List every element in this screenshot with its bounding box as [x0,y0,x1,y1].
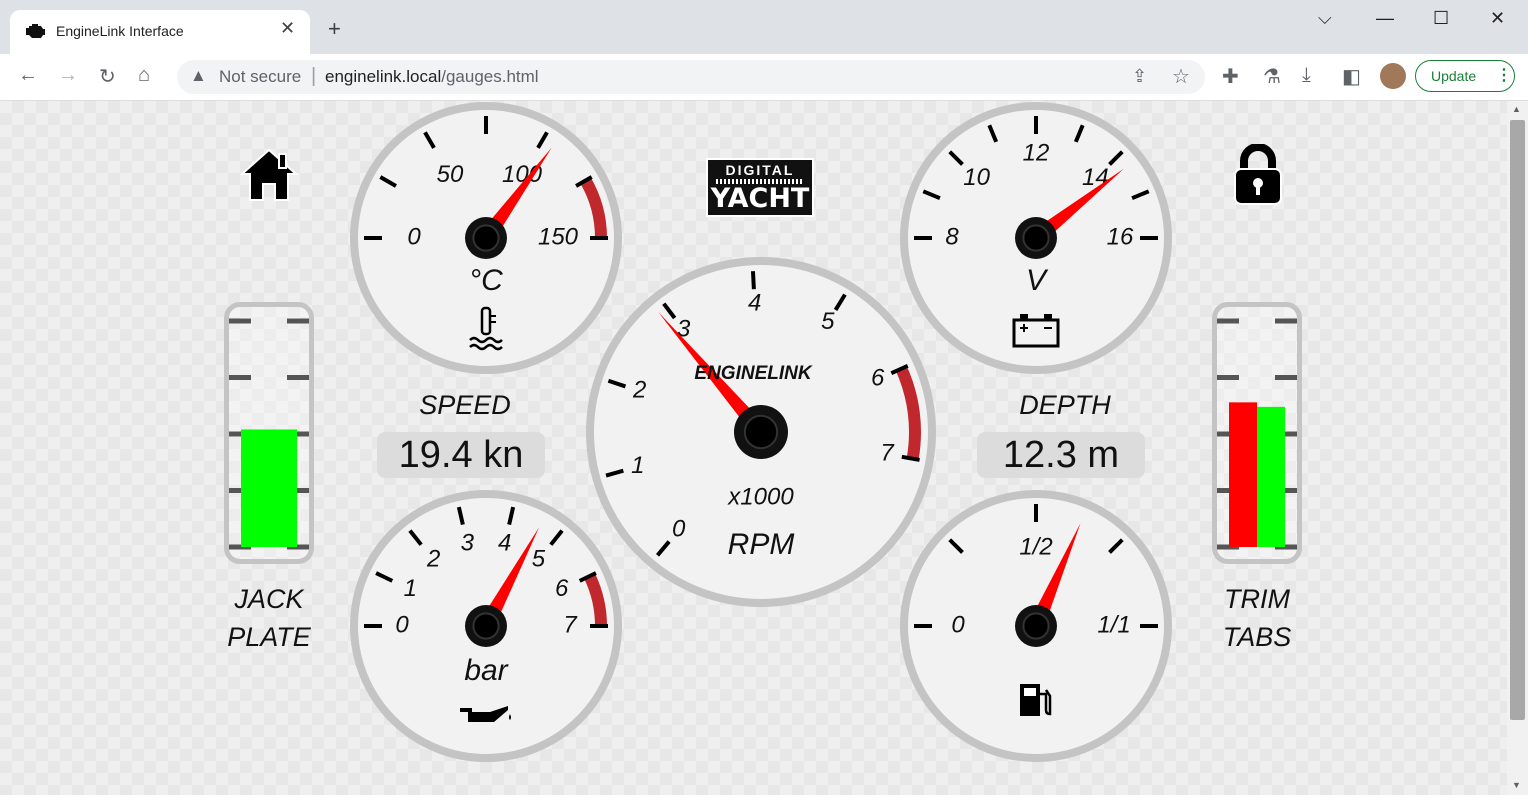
trim-tabs-label-line1: TRIM [1224,584,1290,614]
tick-label: 3 [461,529,475,556]
rpm-gauge: 01234567x1000RPMENGINELINK [586,257,936,607]
needle-hub-center [743,414,779,450]
unit-label: °C [469,264,503,297]
labs-flask-icon[interactable]: ⚗ [1263,64,1281,89]
trim-tab-left-bar [1229,402,1257,547]
share-icon[interactable]: ⇪ [1132,66,1147,87]
tick-label: 7 [880,440,895,467]
tick-label: 50 [437,161,464,188]
tab-close-icon[interactable]: ✕ [280,18,295,39]
logo-line1: DIGITAL [725,162,795,178]
tick-label: 10 [963,164,990,191]
url-path: /gauges.html [441,67,539,86]
multiplier-label: x1000 [727,483,794,510]
tick-label: 1/1 [1097,611,1130,638]
scrollbar-thumb[interactable] [1510,120,1525,720]
tick-label: 0 [407,223,421,250]
tick-label: 14 [1082,164,1109,191]
reload-icon[interactable]: ↻ [99,64,116,89]
trim-tabs-label-line2: TABS [1222,622,1292,652]
tick-label: 0 [395,611,409,638]
tick-label: 1/2 [1019,533,1052,560]
tick-label: 2 [426,546,440,573]
needle-hub-center [472,224,500,252]
jack-plate-gauge [224,302,314,564]
unit-label: RPM [728,528,795,561]
tab-title: EngineLink Interface [56,23,184,39]
bookmark-star-icon[interactable]: ☆ [1172,64,1190,89]
tick-label: 150 [538,223,579,250]
bar-gauge-graphic [229,318,309,550]
tick-label: 4 [748,290,761,317]
oil-pressure-gauge: 0 123 456 7 bar [350,490,622,762]
tick-label: 8 [945,223,959,250]
address-divider: | [311,65,317,87]
digital-yacht-logo: DIGITAL YACHT [706,158,814,217]
url-text[interactable]: enginelink.local/gauges.html [325,67,539,87]
tick-mark [750,271,756,290]
side-panel-icon[interactable]: ◧ [1342,64,1361,89]
tick-label: 7 [563,611,578,638]
tick-label: 5 [821,308,835,335]
tick-label: 5 [532,546,546,573]
trim-tabs-gauge [1212,302,1302,564]
fuel-level-gauge: 0 1/2 1/1 [900,490,1172,762]
scroll-up-icon[interactable]: ▲ [1512,104,1521,114]
tick-label: 6 [555,575,569,602]
forward-icon[interactable]: → [58,64,78,87]
unit-label: V [1026,264,1049,297]
jack-plate-label-line1: JACK [234,584,304,614]
tick-label: 0 [672,515,686,542]
jack-plate-label-line2: PLATE [227,622,311,652]
depth-label: DEPTH [1019,390,1111,420]
trim-tab-right-bar [1257,406,1285,547]
update-button[interactable]: Update ⋮ [1415,60,1515,92]
needle-hub-center [1022,224,1050,252]
tab-search-icon[interactable]: ⌵ [1318,8,1332,29]
speed-readout: 19.4 kn [377,432,545,478]
enginelink-brand-logo: ENGINELINK [694,363,812,384]
scroll-down-icon[interactable]: ▼ [1512,780,1521,790]
voltage-gauge: 8 10 12 14 16 V [900,102,1172,374]
download-icon[interactable]: ⤓ [1302,64,1311,87]
security-label[interactable]: Not secure [219,67,301,87]
jack-plate-label: JACK PLATE [214,580,324,656]
tick-label: 1 [404,575,417,602]
tick-label: 16 [1107,223,1134,250]
speed-label: SPEED [419,390,511,420]
extensions-icon[interactable]: ✚ [1222,64,1239,89]
tick-label: 4 [498,529,511,556]
needle-hub-center [472,612,500,640]
engine-favicon-icon [26,24,45,38]
tick-label: 0 [951,611,965,638]
tick-label: 2 [632,377,646,404]
trim-tabs-label: TRIM TABS [1202,580,1312,656]
warning-icon[interactable]: ▲ [190,66,207,86]
new-tab-button[interactable]: + [328,18,341,40]
close-window-icon[interactable]: ✕ [1490,8,1505,29]
home-nav-icon[interactable]: ⌂ [138,64,150,87]
back-icon[interactable]: ← [18,64,38,87]
menu-dots-icon[interactable]: ⋮ [1496,65,1512,85]
bar-gauge-graphic [1217,318,1297,550]
tick-label: 12 [1023,139,1050,166]
home-icon[interactable] [240,148,298,202]
profile-avatar[interactable] [1380,63,1406,89]
unit-label: bar [464,654,508,687]
depth-readout: 12.3 m [977,432,1145,478]
tick-label: 6 [871,365,885,392]
logo-line2: YACHT [710,183,810,214]
maximize-icon[interactable]: ☐ [1433,8,1449,29]
jack-plate-bar [241,429,297,547]
minimize-icon[interactable]: — [1376,8,1394,29]
lock-icon[interactable] [1232,144,1284,206]
needle-hub-center [1022,612,1050,640]
coolant-temp-gauge: 050 100150°C [350,102,622,374]
url-host: enginelink.local [325,67,442,86]
browser-tab[interactable]: EngineLink Interface ✕ [10,10,310,54]
update-label: Update [1431,68,1477,84]
tick-label: 1 [631,452,644,479]
